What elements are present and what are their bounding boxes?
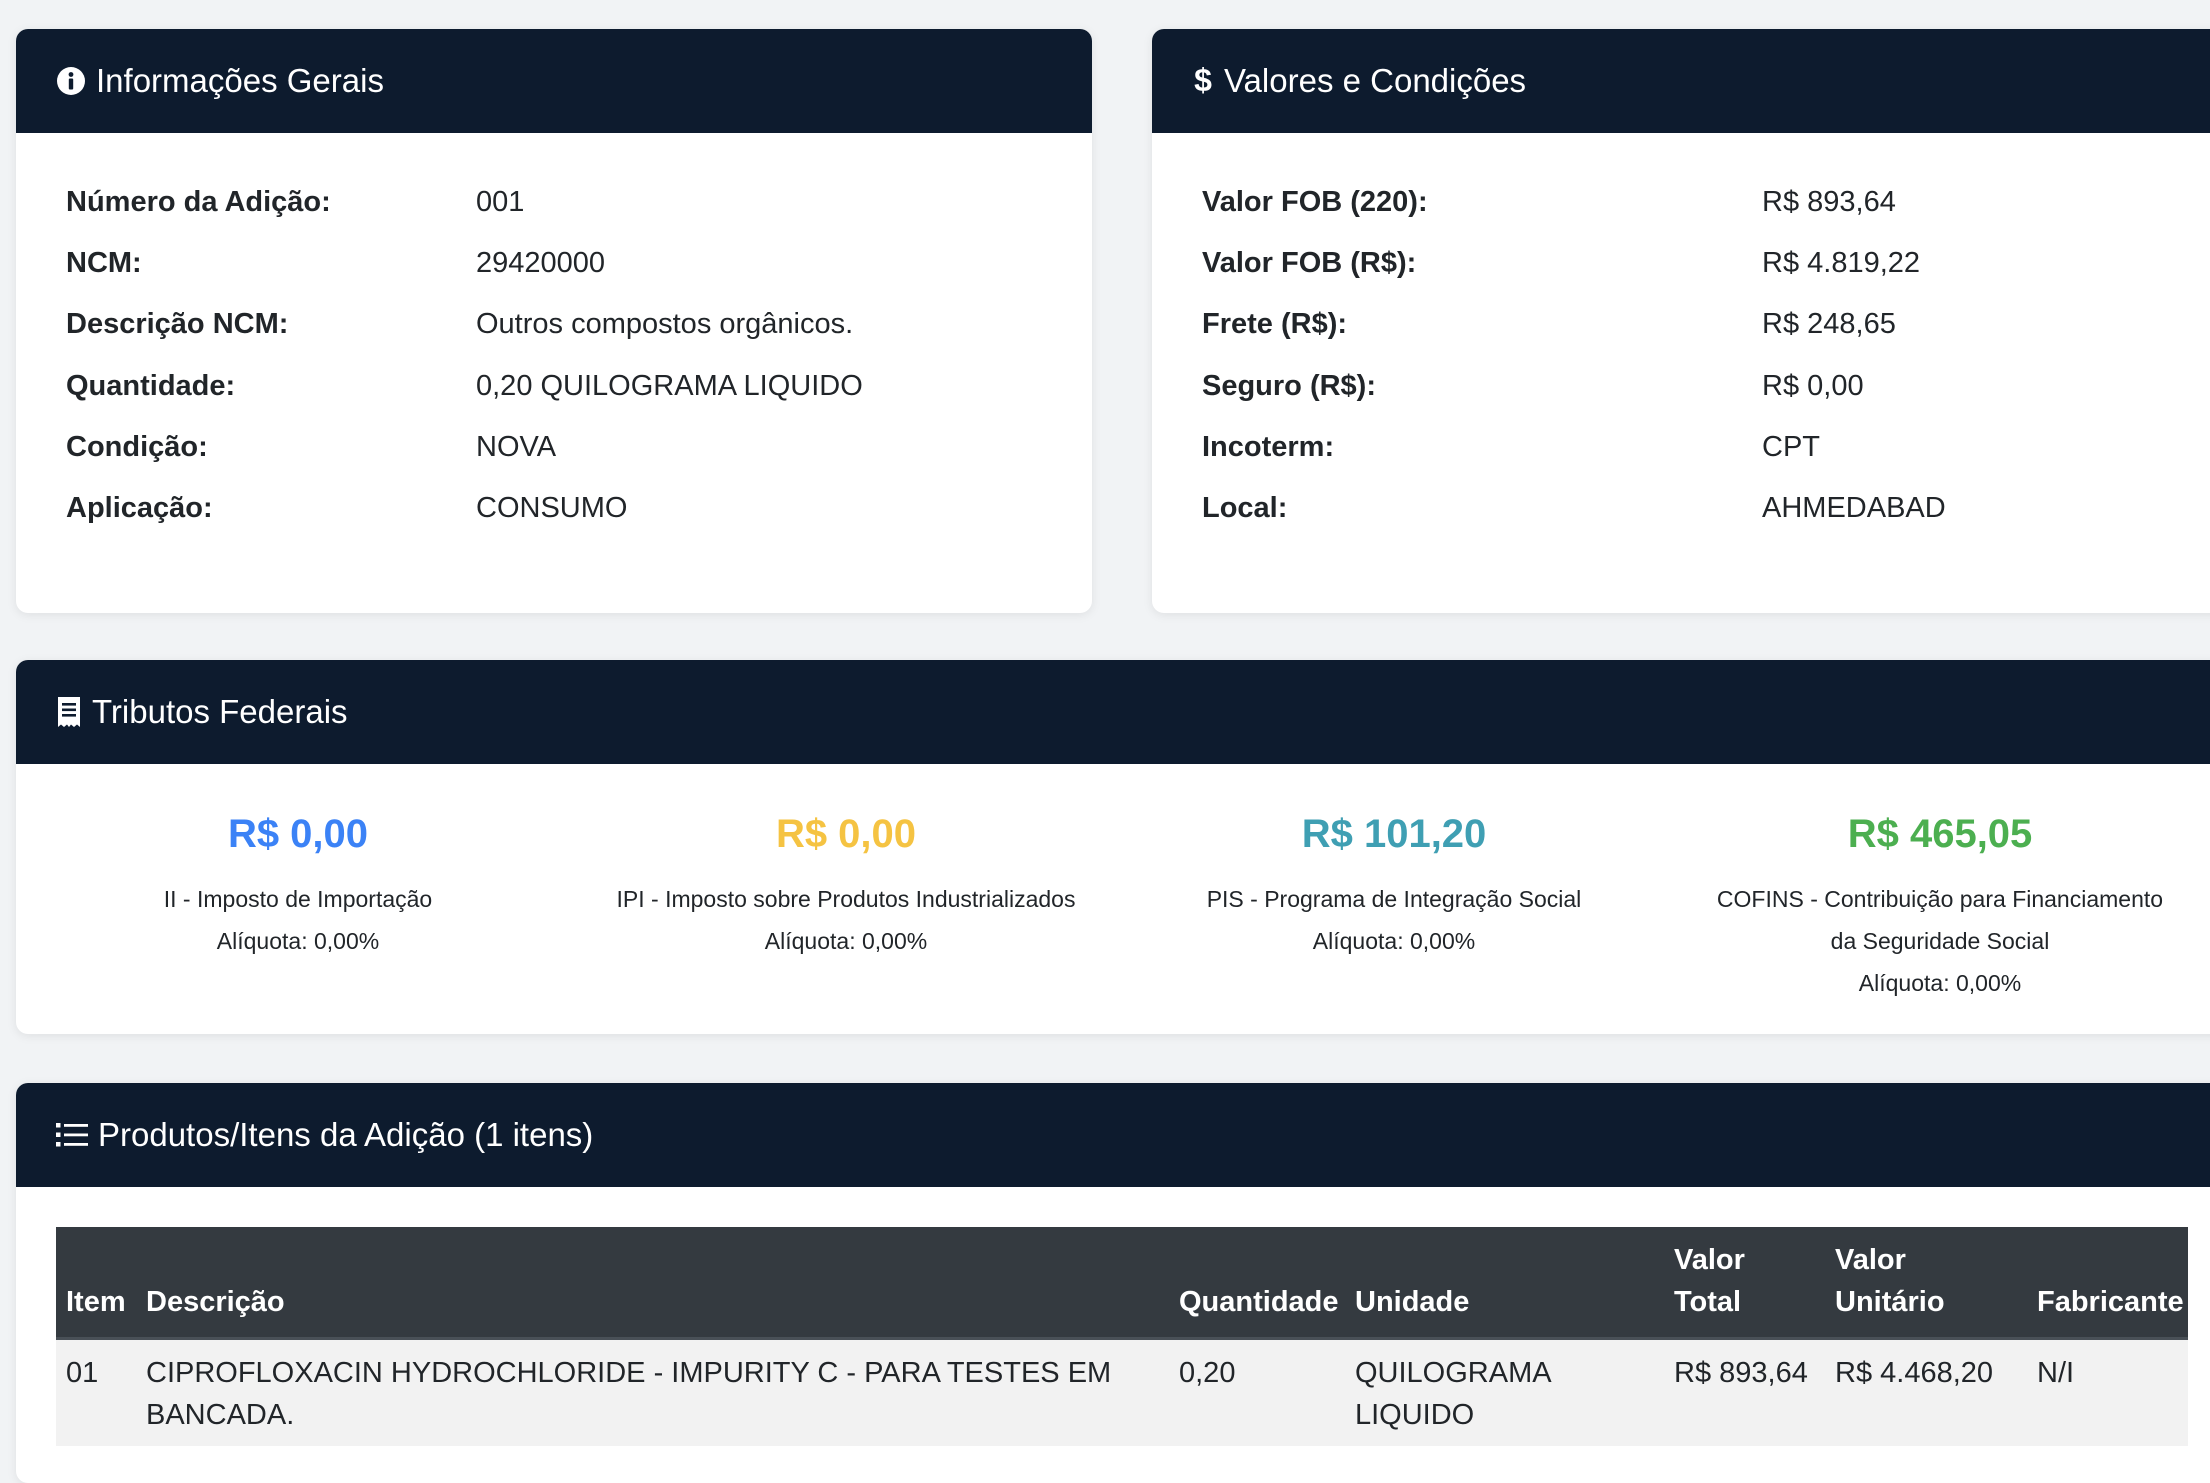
info-card: Informações Gerais Número da Adição: 001… xyxy=(16,29,1092,613)
valores-label: Local: xyxy=(1202,492,1288,524)
tributos-card-header: Tributos Federais xyxy=(16,660,2210,764)
cell-line: QUILOGRAMA xyxy=(1355,1357,1552,1389)
tributo-amount: R$ 101,20 xyxy=(1301,812,1487,856)
tributo-name-line: da Seguridade Social xyxy=(1830,928,2050,954)
info-label: Condição: xyxy=(66,431,208,463)
col-header-line: Total xyxy=(1674,1286,1742,1318)
valores-value: R$ 4.819,22 xyxy=(1762,247,1921,279)
info-label: NCM: xyxy=(66,247,142,279)
info-label: Quantidade: xyxy=(66,370,236,402)
receipt-icon xyxy=(56,696,82,728)
col-header-unidade[interactable]: Unidade xyxy=(1345,1227,1664,1340)
col-header-fabricante[interactable]: Fabricante xyxy=(2027,1227,2188,1340)
info-value: 0,20 QUILOGRAMA LIQUIDO xyxy=(476,370,863,402)
valores-card: $ Valores e Condições Valor FOB (220): R… xyxy=(1152,29,2210,613)
valores-label: Seguro (R$): xyxy=(1202,370,1376,402)
tributo-ipi: R$ 0,00 IPI - Imposto sobre Produtos Ind… xyxy=(572,806,1120,962)
col-header-valor-unitario[interactable]: Valor Unitário xyxy=(1825,1227,2027,1340)
tributo-ii: R$ 0,00 II - Imposto de Importação Alíqu… xyxy=(24,806,572,962)
tributo-pis: R$ 101,20 PIS - Programa de Integração S… xyxy=(1120,806,1668,962)
info-value: CONSUMO xyxy=(476,492,628,524)
tributos-card-title: Tributos Federais xyxy=(92,693,348,730)
valores-value: R$ 248,65 xyxy=(1762,308,1896,340)
valores-label: Incoterm: xyxy=(1202,431,1335,463)
tributo-name-line: COFINS - Contribuição para Financiamento xyxy=(1716,886,2164,912)
tributo-cofins: R$ 465,05 COFINS - Contribuição para Fin… xyxy=(1666,806,2210,1004)
tributo-amount: R$ 465,05 xyxy=(1847,812,2033,856)
produtos-table-wrap: Item Descrição Quantidade Unidade Valor … xyxy=(56,1227,2188,1446)
cell-quantidade: 0,20 xyxy=(1169,1338,1345,1446)
produtos-table: Item Descrição Quantidade Unidade Valor … xyxy=(56,1227,2188,1446)
valores-label: Valor FOB (R$): xyxy=(1202,247,1417,279)
tributo-name: PIS - Programa de Integração Social xyxy=(1206,886,1582,912)
table-row: 01 CIPROFLOXACIN HYDROCHLORIDE - IMPURIT… xyxy=(56,1338,2188,1446)
cell-fabricante: N/I xyxy=(2027,1338,2188,1446)
produtos-card-title: Produtos/Itens da Adição (1 itens) xyxy=(98,1116,594,1153)
info-label: Número da Adição: xyxy=(66,186,331,218)
valores-label: Frete (R$): xyxy=(1202,308,1348,340)
table-header-row: Item Descrição Quantidade Unidade Valor … xyxy=(56,1227,2188,1340)
col-header-quantidade[interactable]: Quantidade xyxy=(1169,1227,1345,1340)
cell-unidade: QUILOGRAMA LIQUIDO xyxy=(1345,1338,1664,1446)
tributo-amount: R$ 0,00 xyxy=(775,812,917,856)
tributo-name: COFINS - Contribuição para Financiamento… xyxy=(1666,878,2210,962)
cell-item: 01 xyxy=(56,1338,136,1446)
info-value: NOVA xyxy=(476,431,557,463)
tributo-amount: R$ 0,00 xyxy=(227,812,369,856)
valores-card-title: Valores e Condições xyxy=(1224,62,1527,99)
cell-descricao: CIPROFLOXACIN HYDROCHLORIDE - IMPURITY C… xyxy=(136,1338,1169,1446)
info-value: Outros compostos orgânicos. xyxy=(476,308,854,340)
cell-valor-total: R$ 893,64 xyxy=(1664,1338,1825,1446)
info-label: Aplicação: xyxy=(66,492,213,524)
col-header-line: Unitário xyxy=(1835,1286,1945,1318)
tributos-card: Tributos Federais R$ 0,00 II - Imposto d… xyxy=(16,660,2210,1034)
tributo-aliquota: Alíquota: 0,00% xyxy=(216,928,380,954)
valores-value: CPT xyxy=(1762,431,1820,463)
cell-line: CIPROFLOXACIN HYDROCHLORIDE - IMPURITY C… xyxy=(146,1357,1112,1389)
info-card-title: Informações Gerais xyxy=(96,62,384,99)
col-header-item[interactable]: Item xyxy=(56,1227,136,1340)
list-icon xyxy=(56,1121,88,1149)
col-header-line: Valor xyxy=(1835,1244,1906,1276)
valores-card-header: $ Valores e Condições xyxy=(1152,29,2210,133)
cell-line: LIQUIDO xyxy=(1355,1399,1475,1431)
tributo-name: IPI - Imposto sobre Produtos Industriali… xyxy=(616,886,1076,912)
valores-value: AHMEDABAD xyxy=(1762,492,1946,524)
valores-value: R$ 893,64 xyxy=(1762,186,1896,218)
info-card-header: Informações Gerais xyxy=(16,29,1092,133)
svg-text:$: $ xyxy=(1194,64,1212,98)
cell-valor-unitario: R$ 4.468,20 xyxy=(1825,1338,2027,1446)
info-value: 29420000 xyxy=(476,247,606,279)
info-label: Descrição NCM: xyxy=(66,308,289,340)
valores-value: R$ 0,00 xyxy=(1762,370,1864,402)
tributo-aliquota: Alíquota: 0,00% xyxy=(1312,928,1476,954)
tributo-aliquota: Alíquota: 0,00% xyxy=(764,928,928,954)
col-header-descricao[interactable]: Descrição xyxy=(136,1227,1169,1340)
valores-label: Valor FOB (220): xyxy=(1202,186,1428,218)
dollar-icon: $ xyxy=(1192,64,1214,98)
produtos-card: Produtos/Itens da Adição (1 itens) Item … xyxy=(16,1083,2210,1483)
info-value: 001 xyxy=(476,186,525,218)
tributo-name: II - Imposto de Importação xyxy=(163,886,433,912)
col-header-valor-total[interactable]: Valor Total xyxy=(1664,1227,1825,1340)
info-circle-icon xyxy=(56,66,86,96)
col-header-line: Valor xyxy=(1674,1244,1745,1276)
tributo-aliquota: Alíquota: 0,00% xyxy=(1858,970,2022,996)
produtos-card-header: Produtos/Itens da Adição (1 itens) xyxy=(16,1083,2210,1187)
cell-line: BANCADA. xyxy=(146,1399,295,1431)
